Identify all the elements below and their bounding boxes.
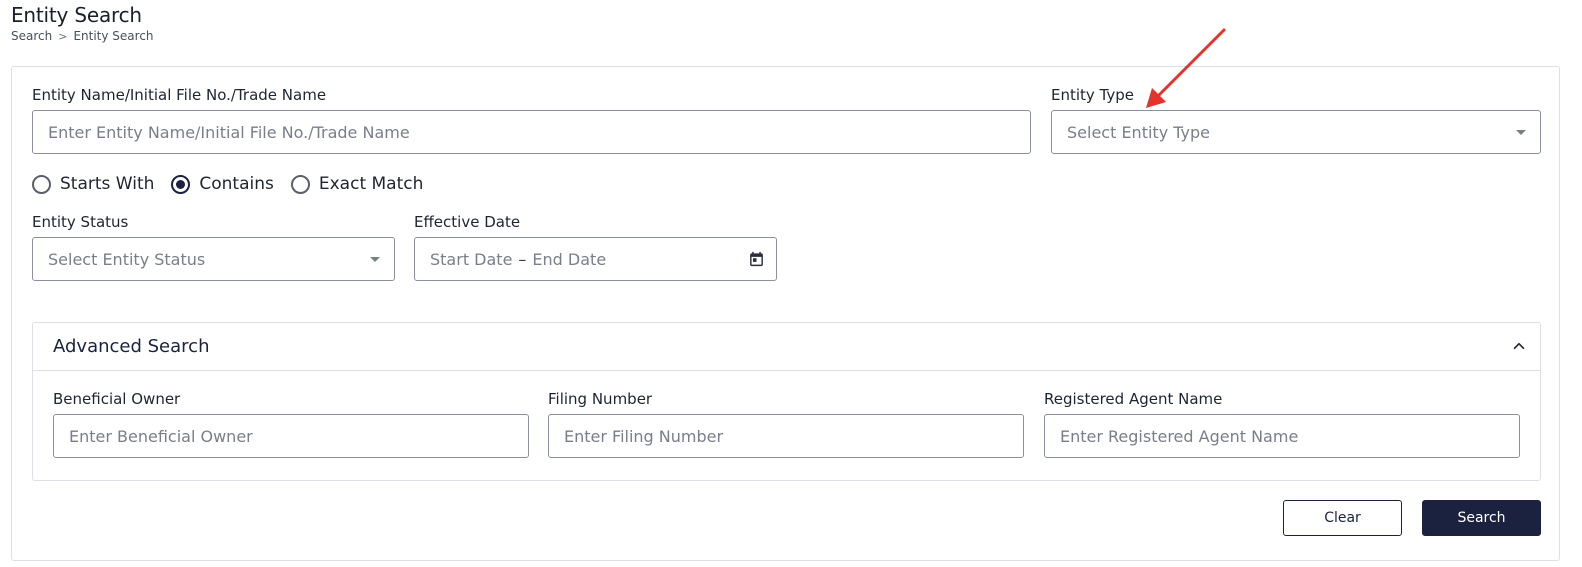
entity-type-select[interactable]: Select Entity Type	[1051, 110, 1541, 154]
breadcrumb-item-current: Entity Search	[73, 29, 154, 43]
filing-number-label: Filing Number	[548, 390, 653, 408]
advanced-search-header[interactable]: Advanced Search	[33, 323, 1540, 371]
date-range-separator: –	[518, 249, 527, 269]
page-title: Entity Search	[11, 3, 142, 27]
radio-starts-with-label: Starts With	[60, 174, 155, 194]
registered-agent-input[interactable]	[1044, 414, 1520, 458]
breadcrumb-item-search[interactable]: Search	[11, 29, 52, 43]
radio-circle-icon	[290, 174, 310, 194]
search-form-card: Entity Name/Initial File No./Trade Name …	[11, 66, 1560, 561]
end-date-placeholder: End Date	[532, 249, 607, 269]
radio-exact-match[interactable]: Exact Match	[290, 174, 424, 194]
entity-type-placeholder: Select Entity Type	[1067, 122, 1210, 142]
filing-number-input[interactable]	[548, 414, 1024, 458]
match-mode-radio-group: Starts With Contains Exact Match	[32, 174, 440, 194]
entity-status-placeholder: Select Entity Status	[48, 249, 206, 269]
dropdown-caret-icon	[370, 257, 380, 262]
search-button[interactable]: Search	[1422, 500, 1541, 536]
dropdown-caret-icon	[1516, 130, 1526, 135]
entity-name-label: Entity Name/Initial File No./Trade Name	[32, 86, 327, 104]
radio-exact-match-label: Exact Match	[318, 174, 424, 194]
beneficial-owner-input[interactable]	[53, 414, 529, 458]
radio-starts-with[interactable]: Starts With	[32, 174, 154, 194]
radio-contains-label: Contains	[199, 174, 274, 194]
registered-agent-label: Registered Agent Name	[1044, 390, 1223, 408]
entity-status-label: Entity Status	[32, 213, 129, 231]
beneficial-owner-label: Beneficial Owner	[53, 390, 181, 408]
calendar-icon[interactable]	[748, 250, 765, 268]
radio-circle-icon	[32, 174, 51, 194]
advanced-search-title: Advanced Search	[53, 336, 210, 357]
advanced-search-panel: Advanced Search Beneficial Owner Filing …	[32, 322, 1541, 481]
radio-checked-icon	[171, 174, 191, 194]
effective-date-label: Effective Date	[414, 213, 521, 231]
chevron-up-icon[interactable]	[1510, 337, 1528, 355]
start-date-placeholder: Start Date	[430, 249, 513, 269]
clear-button[interactable]: Clear	[1283, 500, 1402, 536]
radio-contains[interactable]: Contains	[171, 174, 274, 194]
effective-date-range-input[interactable]: Start Date – End Date	[414, 237, 777, 281]
entity-name-input[interactable]	[32, 110, 1031, 154]
breadcrumb-separator: >	[58, 29, 68, 43]
entity-status-select[interactable]: Select Entity Status	[32, 237, 395, 281]
entity-type-label: Entity Type	[1051, 86, 1135, 104]
breadcrumb: Search > Entity Search	[11, 29, 154, 43]
